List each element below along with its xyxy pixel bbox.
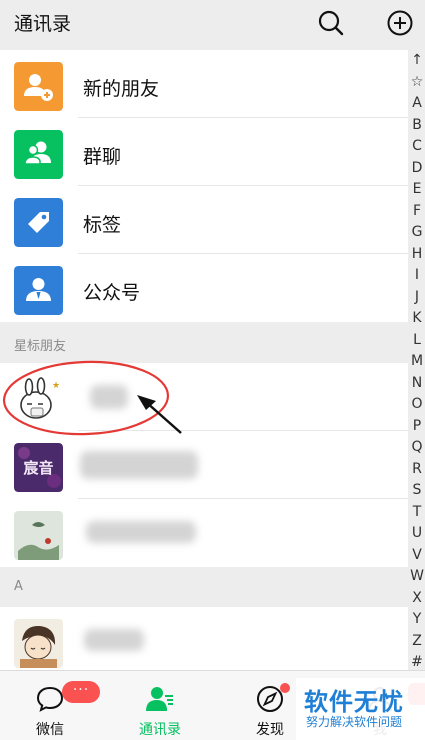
menu-new-friends[interactable]: 新的朋友 bbox=[0, 50, 408, 118]
contacts-icon bbox=[146, 687, 173, 711]
unread-badge: ··· bbox=[62, 681, 100, 703]
menu-label: 公众号 bbox=[83, 282, 141, 304]
page-title: 通讯录 bbox=[14, 13, 72, 35]
index-letter[interactable]: B bbox=[409, 115, 425, 137]
index-letter[interactable]: I bbox=[409, 265, 425, 287]
contact-name-blurred bbox=[86, 521, 196, 543]
menu-label: 群聊 bbox=[83, 146, 122, 168]
index-letter[interactable]: X bbox=[409, 588, 425, 610]
index-letter[interactable]: O bbox=[409, 394, 425, 416]
index-letter[interactable]: ↑ bbox=[409, 50, 425, 72]
index-letter[interactable]: P bbox=[409, 416, 425, 438]
contact-avatar bbox=[14, 511, 63, 560]
index-letter[interactable]: V bbox=[409, 545, 425, 567]
search-icon[interactable] bbox=[317, 9, 345, 37]
section-title: A bbox=[14, 579, 23, 594]
index-letter[interactable]: M bbox=[409, 351, 425, 373]
svg-text:宸音: 宸音 bbox=[22, 459, 53, 477]
contact-row[interactable] bbox=[0, 499, 408, 567]
official-account-icon bbox=[14, 266, 63, 315]
add-friend-icon bbox=[14, 62, 63, 111]
tab-label: 微信 bbox=[36, 722, 64, 738]
index-letter[interactable]: C bbox=[409, 136, 425, 158]
index-letter[interactable]: D bbox=[409, 158, 425, 180]
index-letter[interactable]: Q bbox=[409, 437, 425, 459]
section-header-a: A bbox=[0, 567, 425, 607]
notification-dot bbox=[280, 683, 290, 693]
index-letter[interactable]: K bbox=[409, 308, 425, 330]
plus-circle-icon[interactable] bbox=[386, 9, 414, 37]
watermark-logo: 软件无忧 努力解决软件问题 bbox=[296, 678, 425, 740]
tab-contacts[interactable]: 通讯录 bbox=[115, 671, 205, 740]
contact-row[interactable] bbox=[0, 607, 408, 675]
index-letter[interactable]: ☆ bbox=[409, 72, 425, 94]
index-letter[interactable]: E bbox=[409, 179, 425, 201]
alphabet-index[interactable]: ↑ ☆ A B C D E F G H I J K L M N O P Q R S T U V W X Y Z # bbox=[409, 50, 425, 674]
tab-chats[interactable]: ··· 微信 bbox=[5, 671, 100, 740]
menu-group-chats[interactable]: 群聊 bbox=[0, 118, 408, 186]
annotation-overlay bbox=[2, 360, 182, 436]
tab-label: 通讯录 bbox=[139, 722, 181, 738]
index-letter[interactable]: R bbox=[409, 459, 425, 481]
chat-bubble-icon bbox=[36, 686, 64, 712]
index-letter[interactable]: H bbox=[409, 244, 425, 266]
index-letter[interactable]: U bbox=[409, 523, 425, 545]
index-letter[interactable]: G bbox=[409, 222, 425, 244]
index-letter[interactable]: J bbox=[409, 287, 425, 309]
contact-avatar bbox=[14, 619, 63, 668]
watermark-title: 软件无忧 bbox=[304, 688, 404, 716]
contact-avatar: 宸音 bbox=[14, 443, 63, 492]
index-letter[interactable]: N bbox=[409, 373, 425, 395]
index-letter[interactable]: Y bbox=[409, 609, 425, 631]
section-title: 星标朋友 bbox=[14, 339, 67, 354]
menu-label: 新的朋友 bbox=[83, 78, 160, 100]
watermark-subtitle: 努力解决软件问题 bbox=[306, 715, 403, 729]
menu-official-accounts[interactable]: 公众号 bbox=[0, 254, 408, 322]
contact-name-blurred bbox=[80, 451, 198, 479]
contact-name-blurred bbox=[84, 629, 144, 651]
tag-icon bbox=[14, 198, 63, 247]
index-letter[interactable]: Z bbox=[409, 631, 425, 653]
index-letter[interactable]: T bbox=[409, 502, 425, 524]
index-letter[interactable]: L bbox=[409, 330, 425, 352]
group-chat-icon bbox=[14, 130, 63, 179]
top-bar: 通讯录 bbox=[0, 0, 425, 46]
index-letter[interactable]: A bbox=[409, 93, 425, 115]
menu-tags[interactable]: 标签 bbox=[0, 186, 408, 254]
menu-label: 标签 bbox=[83, 214, 122, 236]
index-letter[interactable]: W bbox=[409, 566, 425, 588]
index-letter[interactable]: S bbox=[409, 480, 425, 502]
index-letter[interactable]: F bbox=[409, 201, 425, 223]
